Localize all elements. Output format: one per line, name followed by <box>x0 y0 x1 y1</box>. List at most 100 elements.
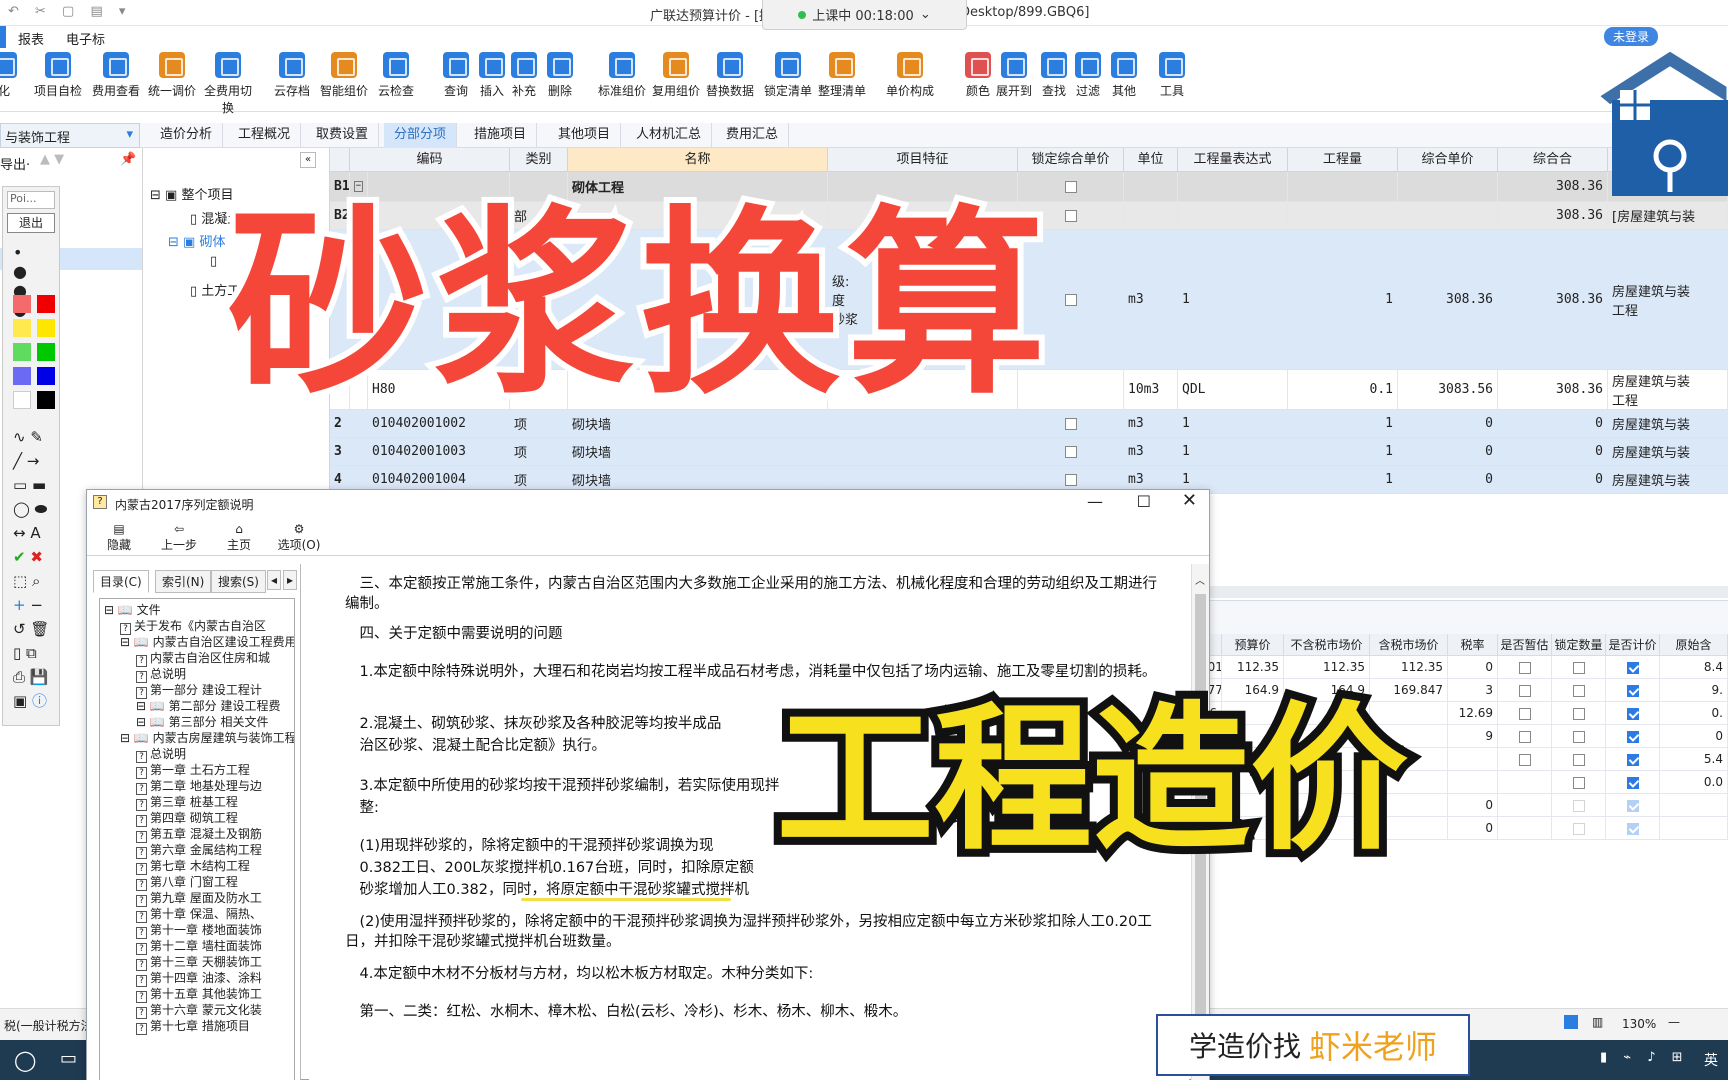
resource-header-4[interactable]: 税率 <box>1448 634 1498 656</box>
resource-checkbox[interactable] <box>1626 730 1639 743</box>
tab-scroll-right-icon[interactable]: ▸ <box>283 570 298 590</box>
resource-checkbox[interactable] <box>1626 799 1639 812</box>
tree-node-masonry[interactable]: ⊟ ▣ 砌体 <box>168 231 225 250</box>
color-swatch-yellow-light[interactable] <box>13 319 31 337</box>
resource-checkbox[interactable] <box>1572 661 1585 674</box>
lower-scrollbar[interactable] <box>1200 586 1728 598</box>
collapse-panel-icon[interactable]: « <box>300 152 316 168</box>
project-selector[interactable]: 与装饰工程 ▾ <box>0 123 140 148</box>
grid-header-3[interactable]: 名称 <box>568 148 828 172</box>
resource-checkbox[interactable] <box>1626 684 1639 697</box>
help-tree-item[interactable]: ⊟ 📖 第二部分 建设工程费 <box>136 697 280 714</box>
color-swatch-green-light[interactable] <box>13 343 31 361</box>
quick-access-icons[interactable]: ↶ ✂ ▢ ▤ ▾ <box>8 4 131 19</box>
resource-checkbox[interactable] <box>1518 661 1531 674</box>
color-swatch-blue-light[interactable] <box>13 367 31 385</box>
ribbon-button-6[interactable]: 智能组价 <box>316 52 372 99</box>
grid-header-8[interactable]: 工程量 <box>1288 148 1398 172</box>
resource-row[interactable]: 801 112.35 112.35 112.35 0 8.4 <box>1200 656 1728 679</box>
ribbon-button-4[interactable]: 全费用切换 <box>200 52 256 116</box>
tab-5[interactable]: 其他项目 <box>548 123 622 148</box>
resource-checkbox[interactable] <box>1626 776 1639 789</box>
ime-indicator[interactable]: 英 <box>1704 1050 1718 1070</box>
resource-checkbox[interactable] <box>1572 684 1585 697</box>
line-icon[interactable]: ╱ → <box>13 449 59 473</box>
tab-1[interactable]: 工程概况 <box>228 123 302 148</box>
rect-icon[interactable]: ▭ ▬ <box>13 473 59 497</box>
resource-checkbox[interactable] <box>1572 799 1585 812</box>
color-swatch-green[interactable] <box>37 343 55 361</box>
export-button[interactable]: 导出· <box>0 154 30 173</box>
scroll-up-icon[interactable]: ︿ <box>1195 572 1205 587</box>
lock-checkbox[interactable] <box>1064 293 1077 306</box>
tab-contents[interactable]: 目录(C) <box>93 570 149 593</box>
help-tree-item[interactable]: ⊟ 📖 内蒙古房屋建筑与装饰工程 <box>120 729 294 746</box>
grid-header-6[interactable]: 单位 <box>1124 148 1178 172</box>
ribbon-button-2[interactable]: 费用查看 <box>88 52 144 99</box>
ribbon-button-16[interactable]: 整理清单 <box>814 52 870 99</box>
resource-checkbox[interactable] <box>1572 753 1585 766</box>
resource-checkbox[interactable] <box>1572 776 1585 789</box>
tab-2[interactable]: 取费设置 <box>306 123 380 148</box>
minimize-icon[interactable]: — <box>1087 492 1103 511</box>
crop-icon[interactable]: ⬚ ⌕ <box>13 569 59 593</box>
lock-checkbox[interactable] <box>1064 209 1077 222</box>
lock-checkbox[interactable] <box>1064 180 1077 193</box>
zoom-icon[interactable]: + − <box>13 593 59 617</box>
ribbon-button-3[interactable]: 统一调价 <box>144 52 200 99</box>
tray-icons[interactable]: ▮ ⌁ ♪ ⊞ <box>1600 1050 1689 1065</box>
tab-7[interactable]: 费用汇总 <box>716 123 790 148</box>
resource-header-8[interactable]: 原始含 <box>1660 634 1728 656</box>
resource-checkbox[interactable] <box>1518 707 1531 720</box>
class-timer[interactable]: 上课中 00:18:00 ⌄ <box>762 0 967 30</box>
ribbon-button-7[interactable]: 云检查 <box>368 52 424 99</box>
grid-row[interactable]: 3 010402001003 项砌块墙 m3 1 1 0 0 房屋建筑与装 <box>330 438 1728 466</box>
lock-checkbox[interactable] <box>1064 417 1077 430</box>
draw-tools[interactable]: ∿ ✎ ╱ → ▭ ▬ ◯ ⬬ ↔ A ✔ ✖ ⬚ ⌕ + − ↺ 🗑 ▯ ⧉ … <box>13 425 59 713</box>
resource-header-5[interactable]: 是否暂估 <box>1498 634 1552 656</box>
resource-checkbox[interactable] <box>1572 822 1585 835</box>
menu-ebid[interactable]: 电子标 <box>66 29 105 48</box>
grid-header-0[interactable] <box>330 148 350 172</box>
split-view-icon[interactable]: ▥ <box>1592 1015 1603 1029</box>
tab-index[interactable]: 索引(N) <box>155 570 212 593</box>
color-swatch-black[interactable] <box>37 391 55 409</box>
hide-button[interactable]: ▤ 隐藏 <box>99 522 139 553</box>
ribbon-button-15[interactable]: 锁定清单 <box>760 52 816 99</box>
ribbon-button-13[interactable]: 复用组价 <box>648 52 704 99</box>
resource-checkbox[interactable] <box>1626 753 1639 766</box>
color-swatch-red-light[interactable] <box>13 295 31 313</box>
windows-start-icon[interactable]: ◯ <box>14 1048 36 1072</box>
lock-checkbox[interactable] <box>1064 445 1077 458</box>
color-swatch-red[interactable] <box>37 295 55 313</box>
resource-header-2[interactable]: 不含税市场价 <box>1284 634 1370 656</box>
move-up-icon[interactable]: ▲ ▼ <box>40 152 64 167</box>
tree-node-root[interactable]: ⊟ ▣ 整个项目 <box>150 184 233 203</box>
ribbon-button-5[interactable]: 云存档 <box>264 52 320 99</box>
grid-header-5[interactable]: 锁定综合单价 <box>1018 148 1124 172</box>
tab-3[interactable]: 分部分项 <box>384 123 458 148</box>
color-swatch-white[interactable] <box>13 391 31 409</box>
resource-checkbox[interactable] <box>1626 661 1639 674</box>
login-badge[interactable]: 未登录 <box>1603 27 1658 46</box>
help-tree-item[interactable]: ⊟ 📖 内蒙古自治区建设工程费用 <box>120 633 294 650</box>
ribbon-button-11[interactable]: 删除 <box>532 52 588 99</box>
grid-header-9[interactable]: 综合单价 <box>1398 148 1498 172</box>
tab-search[interactable]: 搜索(S) <box>211 570 266 593</box>
layout-icon[interactable] <box>1564 1015 1578 1029</box>
copy-icon[interactable]: ▯ ⧉ <box>13 641 59 665</box>
ribbon-button-12[interactable]: 标准组价 <box>594 52 650 99</box>
ribbon-button-1[interactable]: 项目自检 <box>30 52 86 99</box>
freehand-icon[interactable]: ∿ ✎ <box>13 425 59 449</box>
undo-icon[interactable]: ↺ 🗑 <box>13 617 59 641</box>
ellipse-icon[interactable]: ◯ ⬬ <box>13 497 59 521</box>
resource-header-1[interactable]: 预算价 <box>1222 634 1284 656</box>
options-button[interactable]: ⚙ 选项(O) <box>271 522 327 553</box>
maximize-icon[interactable]: ☐ <box>1137 492 1151 511</box>
print-icon[interactable]: ⎙ 💾 <box>13 665 59 689</box>
tab-0[interactable]: 造价分析 <box>150 123 224 148</box>
lock-checkbox[interactable] <box>1064 473 1077 486</box>
tab-4[interactable]: 措施项目 <box>464 123 538 148</box>
grid-header-2[interactable]: 类别 <box>510 148 568 172</box>
menu-report[interactable]: 报表 <box>18 29 44 48</box>
